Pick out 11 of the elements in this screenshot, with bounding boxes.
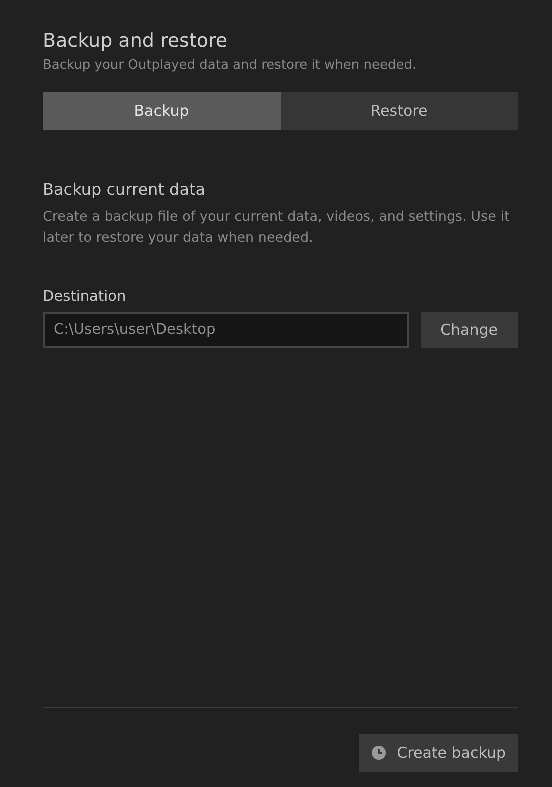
section-title: Backup current data — [43, 180, 207, 199]
field-label: Destination — [43, 289, 128, 305]
page-title: Backup and restore — [43, 30, 229, 52]
clock-icon — [371, 745, 388, 761]
page-subtitle: Backup your Outplayed data and restore it when needed. — [43, 58, 418, 73]
change-button[interactable]: Change — [420, 312, 518, 348]
tab[interactable]: Backup — [43, 92, 280, 130]
create-backup-button[interactable]: Create backup — [359, 734, 518, 772]
section-description: Create a backup file of your current data, videos, and settings. Use it later to restore your data when needed. — [43, 208, 511, 248]
destination-field[interactable]: C:\Users\user\Desktop — [43, 312, 409, 348]
tab[interactable]: Restore — [280, 92, 518, 130]
